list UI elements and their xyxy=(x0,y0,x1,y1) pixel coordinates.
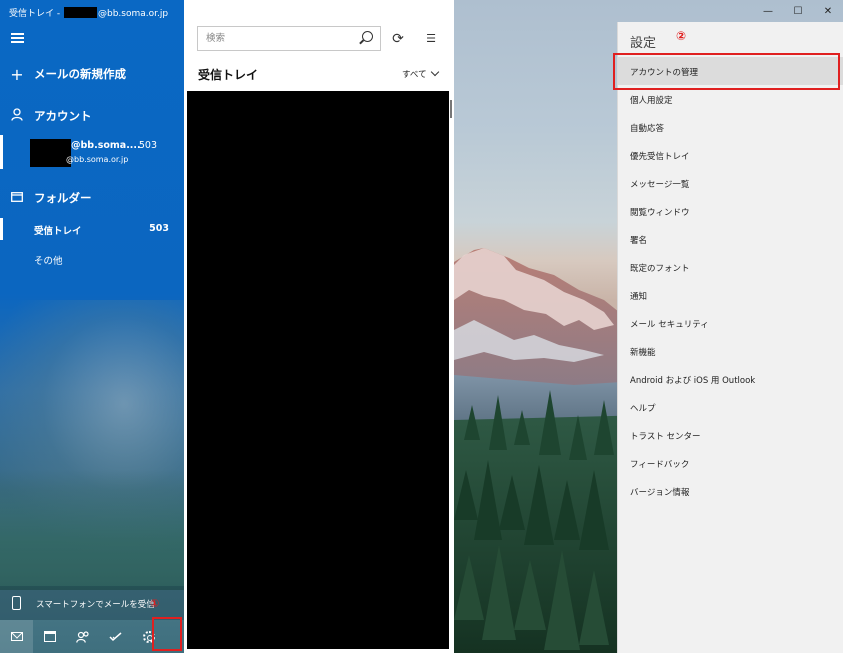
settings-item-label: バージョン情報 xyxy=(630,488,690,498)
mail-button[interactable] xyxy=(0,620,33,653)
settings-item-automatic-replies[interactable]: 自動応答 xyxy=(618,113,843,141)
folders-header-label: フォルダー xyxy=(34,191,92,205)
folder-item-inbox[interactable]: 受信トレイ 503 xyxy=(0,216,184,242)
folder-title: 受信トレイ xyxy=(198,68,259,82)
phone-promo-label: スマートフォンでメールを受信 xyxy=(36,600,155,610)
annotation-highlight-2 xyxy=(613,53,840,90)
selection-mode-icon[interactable]: ☰ xyxy=(423,31,439,47)
folders-header[interactable]: フォルダー xyxy=(0,187,184,209)
settings-item-outlook-mobile[interactable]: Android および iOS 用 Outlook xyxy=(618,365,843,393)
filter-label: すべて xyxy=(402,70,427,80)
window-controls: — ☐ ✕ xyxy=(753,0,843,22)
settings-item-notifications[interactable]: 通知 xyxy=(618,281,843,309)
redacted-block xyxy=(30,139,71,167)
settings-item-whats-new[interactable]: 新機能 xyxy=(618,337,843,365)
todo-icon xyxy=(109,631,122,641)
plus-icon: + xyxy=(10,64,24,84)
settings-item-label: 個人用設定 xyxy=(630,96,673,106)
minimize-button[interactable]: — xyxy=(753,0,783,22)
settings-item-label: 自動応答 xyxy=(630,124,665,134)
settings-flyout: 設定 アカウントの管理 個人用設定 自動応答 優先受信トレイ メッセージ一覧 閲… xyxy=(617,22,843,653)
settings-item-email-security[interactable]: メール セキュリティ xyxy=(618,309,843,337)
close-button[interactable]: ✕ xyxy=(813,0,843,22)
redacted-block xyxy=(63,7,97,18)
accounts-header-label: アカウント xyxy=(34,109,92,123)
folder-icon xyxy=(0,190,34,206)
person-icon xyxy=(0,107,34,125)
window-title-prefix: 受信トレイ - xyxy=(9,9,63,19)
settings-item-reading-pane[interactable]: 閲覧ウィンドウ xyxy=(618,197,843,225)
settings-item-message-list[interactable]: メッセージ一覧 xyxy=(618,169,843,197)
navigation-pane: 受信トレイ - @bb.soma.or.jp + メールの新規作成 アカウント … xyxy=(0,0,184,653)
chevron-down-icon xyxy=(430,67,439,77)
settings-item-focused-inbox[interactable]: 優先受信トレイ xyxy=(618,141,843,169)
folder-item-other[interactable]: その他 xyxy=(0,246,184,272)
account-item[interactable]: @bb.soma.... @bb.soma.or.jp 503 xyxy=(0,135,184,169)
settings-item-label: ヘルプ xyxy=(630,404,656,414)
account-unread-count: 503 xyxy=(138,140,157,151)
people-button[interactable] xyxy=(66,620,99,653)
window-title: 受信トレイ - @bb.soma.or.jp xyxy=(9,6,168,19)
selected-indicator xyxy=(0,135,3,169)
background-blur-trees xyxy=(0,470,184,590)
search-box[interactable] xyxy=(197,26,381,51)
settings-item-label: 通知 xyxy=(630,292,648,302)
account-name: @bb.soma.... xyxy=(71,140,141,151)
settings-item-default-font[interactable]: 既定のフォント xyxy=(618,253,843,281)
settings-item-help[interactable]: ヘルプ xyxy=(618,393,843,421)
folder-label: その他 xyxy=(34,256,63,267)
settings-item-label: トラスト センター xyxy=(630,432,701,442)
annotation-marker-2: ② xyxy=(676,29,687,43)
accounts-header[interactable]: アカウント xyxy=(0,105,184,127)
settings-item-label: 新機能 xyxy=(630,348,656,358)
selected-indicator xyxy=(0,218,3,240)
maximize-button[interactable]: ☐ xyxy=(783,0,813,22)
settings-title: 設定 xyxy=(630,36,657,51)
settings-item-label: メッセージ一覧 xyxy=(630,180,690,190)
new-mail-button[interactable]: + メールの新規作成 xyxy=(0,63,184,85)
calendar-icon xyxy=(43,631,56,642)
window-title-suffix: @bb.soma.or.jp xyxy=(97,9,169,19)
folder-label: 受信トレイ xyxy=(34,226,82,237)
phone-icon xyxy=(12,596,21,610)
mail-icon xyxy=(10,632,23,641)
sync-icon[interactable]: ⟳ xyxy=(390,31,406,47)
todo-button[interactable] xyxy=(99,620,132,653)
new-mail-label: メールの新規作成 xyxy=(34,67,126,81)
calendar-button[interactable] xyxy=(33,620,66,653)
settings-item-label: フィードバック xyxy=(630,460,690,470)
account-domain: @bb.soma.or.jp xyxy=(66,155,129,164)
settings-item-label: Android および iOS 用 Outlook xyxy=(630,376,756,386)
message-list-pane: ⟳ ☰ 受信トレイ すべて xyxy=(184,0,454,653)
scrollbar[interactable] xyxy=(450,100,452,118)
folder-unread-count: 503 xyxy=(149,223,169,234)
settings-item-about[interactable]: バージョン情報 xyxy=(618,477,843,505)
people-icon xyxy=(75,630,89,643)
search-icon[interactable] xyxy=(362,31,373,42)
settings-item-label: 既定のフォント xyxy=(630,264,690,274)
settings-item-label: 署名 xyxy=(630,236,648,246)
filter-dropdown[interactable]: すべて xyxy=(402,67,439,80)
settings-item-signature[interactable]: 署名 xyxy=(618,225,843,253)
search-input[interactable] xyxy=(198,27,358,50)
settings-item-trust-center[interactable]: トラスト センター xyxy=(618,421,843,449)
annotation-highlight-1 xyxy=(152,617,182,651)
hamburger-menu-icon[interactable] xyxy=(11,33,24,43)
settings-item-label: メール セキュリティ xyxy=(630,320,709,330)
settings-item-label: 閲覧ウィンドウ xyxy=(630,208,690,218)
redacted-message-list xyxy=(187,91,449,649)
annotation-marker-1: ① xyxy=(150,597,160,610)
settings-item-label: 優先受信トレイ xyxy=(630,152,690,162)
settings-item-feedback[interactable]: フィードバック xyxy=(618,449,843,477)
